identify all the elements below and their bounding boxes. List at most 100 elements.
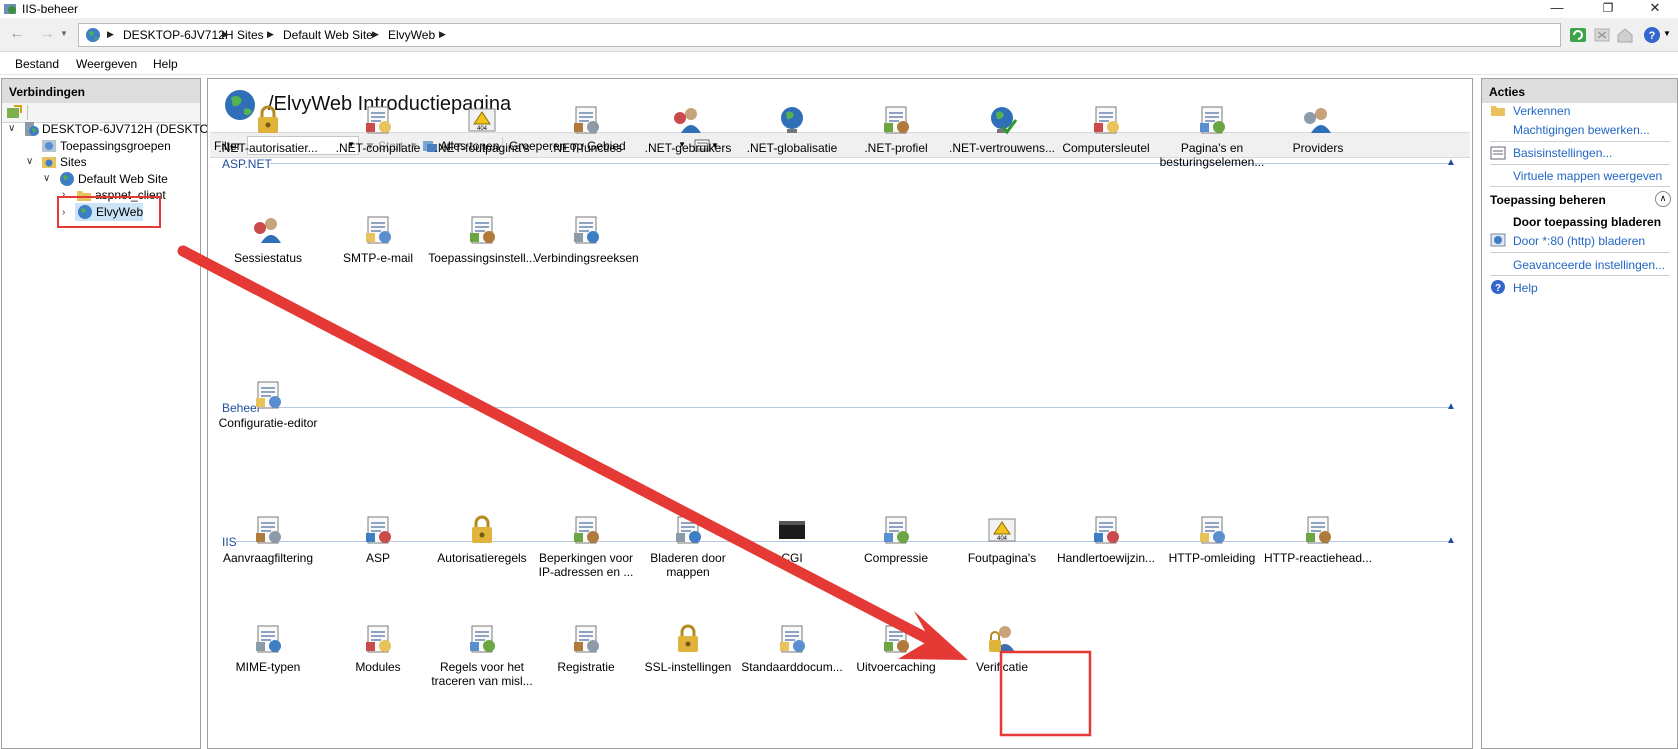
feature-label: Compressie xyxy=(863,551,929,565)
restore-button[interactable]: ❐ xyxy=(1591,0,1625,18)
feature-request-filtering[interactable]: Aanvraagfiltering xyxy=(212,513,324,565)
group-collapse-icon[interactable]: ▲ xyxy=(1446,157,1456,168)
explore-link[interactable]: Verkennen xyxy=(1513,104,1570,118)
tree-app-pools[interactable]: Toepassingsgroepen xyxy=(60,139,171,153)
feature-dotnet-profile[interactable]: .NET-profiel xyxy=(840,103,952,155)
advanced-settings-link[interactable]: Geavanceerde instellingen... xyxy=(1513,258,1665,272)
feature-mime-types[interactable]: MIME-typen xyxy=(212,622,324,674)
feature-label: .NET-globalisatie xyxy=(746,141,838,155)
feature-ssl-settings[interactable]: SSL-instellingen xyxy=(632,622,744,674)
cgi-icon xyxy=(779,521,805,539)
browse-port-80-link[interactable]: Door *:80 (http) bladeren xyxy=(1513,234,1645,248)
compression-icon xyxy=(884,516,909,544)
feature-dotnet-trust[interactable]: .NET-vertrouwens... xyxy=(946,103,1058,155)
session-state-icon xyxy=(254,218,281,243)
home-icon[interactable] xyxy=(1616,26,1634,44)
default-document-icon xyxy=(780,625,805,653)
actions-divider xyxy=(1490,252,1670,253)
actions-divider xyxy=(1490,275,1670,276)
machine-key-icon xyxy=(1094,106,1119,134)
address-box[interactable]: ▶ DESKTOP-6JV712H ▶ Sites ▶ Default Web … xyxy=(78,23,1561,47)
feature-connection-strings[interactable]: Verbindingsreeksen xyxy=(530,213,642,265)
feature-dotnet-globalization[interactable]: .NET-globalisatie xyxy=(736,103,848,155)
feature-dotnet-compilation[interactable]: .NET-compilatie xyxy=(322,103,434,155)
feature-handler-mappings[interactable]: Handlertoewijzin... xyxy=(1050,513,1162,565)
dotnet-trust-icon xyxy=(991,107,1018,135)
feature-providers[interactable]: Providers xyxy=(1262,103,1374,155)
feature-label: .NET-vertrouwens... xyxy=(948,141,1056,155)
group-collapse-icon[interactable]: ▲ xyxy=(1446,535,1456,546)
feature-modules[interactable]: Modules xyxy=(322,622,434,674)
default-site-collapse-icon[interactable]: ∨ xyxy=(43,173,50,184)
edit-permissions-link[interactable]: Machtigingen bewerken... xyxy=(1513,123,1650,137)
group-collapse-icon[interactable]: ▲ xyxy=(1446,401,1456,412)
feature-logging[interactable]: Registratie xyxy=(530,622,642,674)
view-virtual-dirs-link[interactable]: Virtuele mappen weergeven xyxy=(1513,169,1662,183)
feature-label: CGI xyxy=(781,551,803,565)
feature-label: Sessiestatus xyxy=(233,251,303,265)
feature-label: .NET-compilatie xyxy=(335,141,421,155)
menu-bestand[interactable]: Bestand xyxy=(15,57,59,71)
basic-settings-icon xyxy=(1490,146,1506,160)
feature-http-redirect[interactable]: HTTP-omleiding xyxy=(1156,513,1268,565)
feature-configuration-editor[interactable]: Configuratie-editor xyxy=(212,378,324,430)
minimize-button[interactable]: — xyxy=(1540,0,1574,18)
history-dropdown[interactable]: ▼ xyxy=(58,25,70,45)
feature-pages-controls[interactable]: Pagina's en besturingselemen... xyxy=(1156,103,1268,169)
actions-divider xyxy=(1490,186,1670,187)
features-view: /ElvyWeb Introductiepagina Filter: ▼ ▼ S… xyxy=(207,78,1473,749)
feature-label: Beperkingen voor IP-adressen en ... xyxy=(538,551,634,579)
help-link[interactable]: Help xyxy=(1513,281,1538,295)
connect-icon[interactable] xyxy=(6,105,22,121)
stop-icon[interactable] xyxy=(1593,26,1611,44)
feature-label: Verificatie xyxy=(975,660,1029,674)
feature-label: HTTP-omleiding xyxy=(1168,551,1256,565)
mime-types-icon xyxy=(256,625,281,653)
collapse-icon[interactable]: ∧ xyxy=(1655,191,1671,207)
breadcrumb-default-site[interactable]: Default Web Site xyxy=(283,28,373,42)
feature-dotnet-error-pages[interactable]: 404 .NET-foutpagina's xyxy=(426,103,538,155)
menu-help[interactable]: Help xyxy=(153,57,178,71)
breadcrumb-elvyweb[interactable]: ElvyWeb xyxy=(388,28,435,42)
svg-text:?: ? xyxy=(1649,30,1656,42)
feature-http-response-headers[interactable]: HTTP-reactiehead... xyxy=(1262,513,1374,565)
tree-default-web-site[interactable]: Default Web Site xyxy=(78,172,168,186)
feature-session-state[interactable]: Sessiestatus xyxy=(212,213,324,265)
help-icon[interactable]: ? xyxy=(1643,26,1661,44)
server-collapse-icon[interactable]: ∨ xyxy=(8,123,15,134)
feature-authentication[interactable]: Verificatie xyxy=(946,622,1058,674)
group-separator xyxy=(258,407,1450,408)
feature-ip-restrictions[interactable]: Beperkingen voor IP-adressen en ... xyxy=(530,513,642,579)
basic-settings-link[interactable]: Basisinstellingen... xyxy=(1513,146,1612,160)
feature-dotnet-authorization[interactable]: .NET-autorisatier... xyxy=(212,103,324,155)
feature-app-settings[interactable]: Toepassingsinstell... xyxy=(426,213,538,265)
refresh-icon[interactable] xyxy=(1569,26,1587,44)
breadcrumb-server[interactable]: DESKTOP-6JV712H xyxy=(123,28,234,42)
feature-error-pages[interactable]: 404 Foutpagina's xyxy=(946,513,1058,565)
feature-failed-request-tracing[interactable]: Regels voor het traceren van misl... xyxy=(426,622,538,688)
connections-panel: Verbindingen ∨ DESKTOP-6JV712H (DESKTOP-… xyxy=(1,78,221,749)
forward-button[interactable]: → xyxy=(36,25,58,45)
feature-compression[interactable]: Compressie xyxy=(840,513,952,565)
feature-output-caching[interactable]: Uitvoercaching xyxy=(840,622,952,674)
feature-directory-browsing[interactable]: Bladeren door mappen xyxy=(632,513,744,579)
feature-dotnet-users[interactable]: .NET-gebruikers xyxy=(632,103,744,155)
feature-smtp-email[interactable]: SMTP-e-mail xyxy=(322,213,434,265)
back-button[interactable]: ← xyxy=(6,25,28,45)
help-dropdown-icon[interactable]: ▼ xyxy=(1663,29,1671,38)
feature-authorization-rules[interactable]: Autorisatieregels xyxy=(426,513,538,565)
feature-dotnet-roles[interactable]: .NET-functies xyxy=(530,103,642,155)
menu-weergeven[interactable]: Weergeven xyxy=(76,57,137,71)
tree-sites[interactable]: Sites xyxy=(60,155,87,169)
feature-default-document[interactable]: Standaarddocum... xyxy=(736,622,848,674)
feature-machine-key[interactable]: Computersleutel xyxy=(1050,103,1162,155)
feature-cgi[interactable]: CGI xyxy=(736,513,848,565)
feature-label: Foutpagina's xyxy=(967,551,1037,565)
tree-server[interactable]: DESKTOP-6JV712H (DESKTOP- xyxy=(42,122,221,136)
feature-asp[interactable]: ASP xyxy=(322,513,434,565)
group-header-asp-net[interactable]: ASP.NET xyxy=(222,157,272,171)
output-caching-icon xyxy=(884,625,909,653)
close-button[interactable]: ✕ xyxy=(1638,0,1672,18)
sites-collapse-icon[interactable]: ∨ xyxy=(26,156,33,167)
breadcrumb-sites[interactable]: Sites xyxy=(237,28,264,42)
